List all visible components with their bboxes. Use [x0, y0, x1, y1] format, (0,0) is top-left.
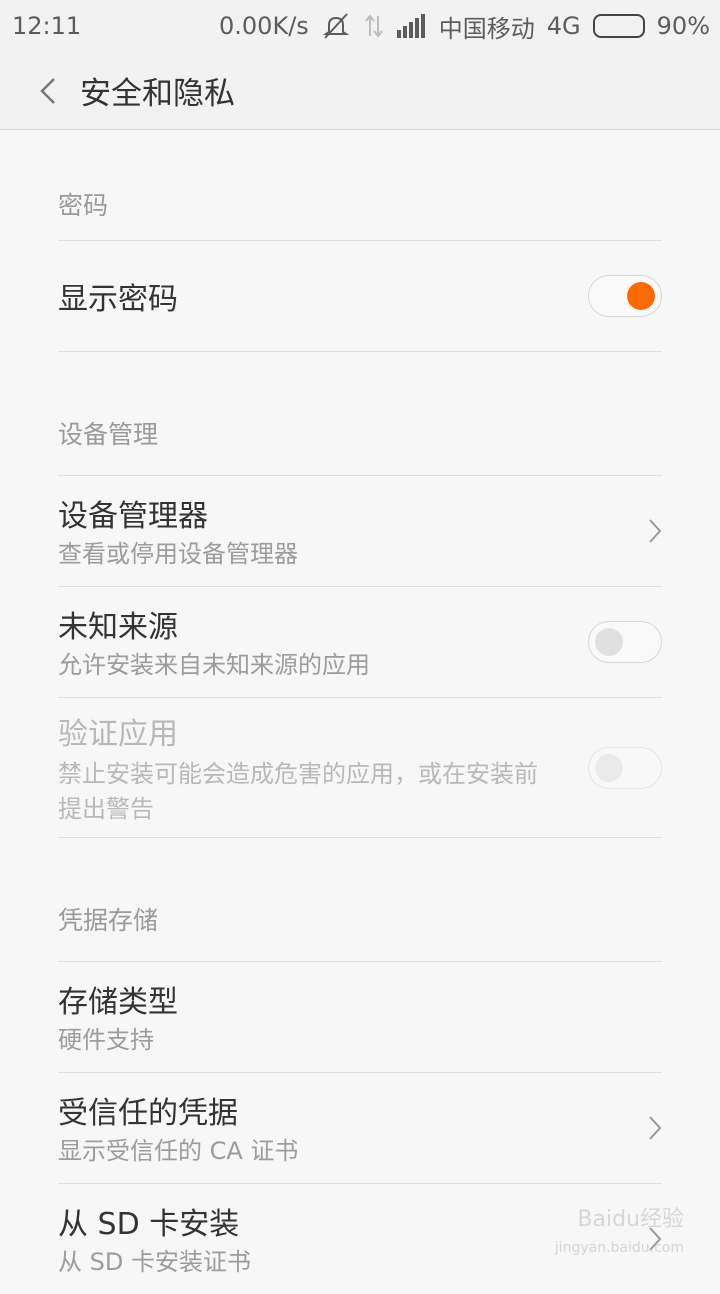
show-password-row[interactable]: 显示密码	[58, 241, 662, 351]
verify-apps-toggle	[588, 747, 662, 789]
section-header-credential-storage: 凭据存储	[58, 838, 662, 961]
trusted-credentials-subtitle: 显示受信任的 CA 证书	[58, 1134, 642, 1169]
storage-type-row: 存储类型 硬件支持	[58, 962, 662, 1072]
carrier-name: 中国移动	[439, 9, 535, 44]
toggle-knob	[595, 628, 623, 656]
show-password-title: 显示密码	[58, 274, 588, 318]
battery-percent: 90%	[657, 12, 710, 40]
chevron-right-icon	[642, 518, 662, 544]
device-manager-title: 设备管理器	[58, 491, 642, 535]
network-type: 4G	[547, 12, 581, 40]
storage-type-subtitle: 硬件支持	[58, 1023, 662, 1058]
unknown-sources-title: 未知来源	[58, 602, 588, 646]
toggle-knob	[627, 282, 655, 310]
status-time: 12:11	[12, 12, 219, 40]
unknown-sources-row[interactable]: 未知来源 允许安装来自未知来源的应用	[58, 587, 662, 697]
network-speed: 0.00K/s	[219, 12, 309, 40]
unknown-sources-toggle[interactable]	[588, 621, 662, 663]
status-bar: 12:11 0.00K/s 中国移动 4G 9	[0, 0, 720, 52]
chevron-right-icon	[642, 1115, 662, 1141]
trusted-credentials-row[interactable]: 受信任的凭据 显示受信任的 CA 证书	[58, 1073, 662, 1183]
section-header-password: 密码	[58, 131, 662, 240]
toggle-knob	[595, 754, 623, 782]
verify-apps-title: 验证应用	[58, 709, 558, 753]
verify-apps-row: 验证应用 禁止安装可能会造成危害的应用，或在安装前提出警告	[58, 698, 662, 837]
app-bar: 安全和隐私	[0, 52, 720, 130]
trusted-credentials-title: 受信任的凭据	[58, 1088, 642, 1132]
mute-icon	[321, 12, 351, 40]
back-chevron-icon[interactable]	[18, 52, 78, 130]
watermark-url: jingyan.baidu.com	[555, 1234, 684, 1262]
watermark-text: Baidu经验	[555, 1206, 684, 1234]
show-password-toggle[interactable]	[588, 275, 662, 317]
signal-icon	[397, 14, 427, 38]
data-arrows-icon	[363, 12, 385, 40]
device-manager-subtitle: 查看或停用设备管理器	[58, 537, 642, 572]
device-manager-row[interactable]: 设备管理器 查看或停用设备管理器	[58, 476, 662, 586]
storage-type-title: 存储类型	[58, 977, 662, 1021]
verify-apps-subtitle: 禁止安装可能会造成危害的应用，或在安装前提出警告	[58, 757, 558, 827]
baidu-watermark: Baidu经验 jingyan.baidu.com	[555, 1206, 684, 1262]
unknown-sources-subtitle: 允许安装来自未知来源的应用	[58, 648, 588, 683]
battery-icon	[593, 14, 645, 38]
section-header-device-admin: 设备管理	[58, 352, 662, 475]
page-title: 安全和隐私	[80, 68, 235, 113]
settings-list: 密码 显示密码 设备管理 设备管理器 查看或停用设备管理器 未知来源 允许安装来…	[0, 131, 720, 1294]
